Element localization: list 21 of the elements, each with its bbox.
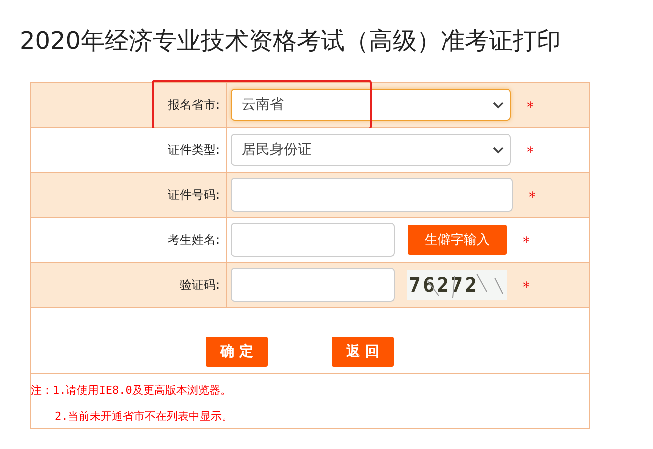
- field-label: 证件类型:: [168, 142, 220, 158]
- note-text: 2.当前未开通省市不在列表中显示。: [54, 409, 234, 425]
- required-mark: *: [529, 189, 536, 206]
- page-title: 2020年经济专业技术资格考试（高级）准考证打印: [19, 26, 562, 56]
- required-mark: *: [523, 234, 530, 251]
- field-label: 验证码:: [180, 276, 220, 294]
- required-mark: *: [527, 99, 534, 116]
- input-field[interactable]: [231, 178, 513, 212]
- field-label: 考生姓名:: [168, 232, 220, 248]
- required-mark: *: [527, 144, 534, 161]
- chevron-down-icon: [493, 102, 504, 108]
- input-field[interactable]: [231, 268, 395, 302]
- input-field[interactable]: [231, 223, 395, 257]
- chevron-down-icon: [493, 146, 504, 154]
- dropdown[interactable]: 云南省: [231, 89, 511, 121]
- note-text: 注：1.请使用IE8.0及更高版本浏览器。: [31, 383, 232, 399]
- dropdown[interactable]: 居民身份证: [231, 134, 511, 166]
- captcha-code[interactable]: 76272: [407, 270, 507, 300]
- required-mark: *: [523, 279, 530, 296]
- field-label: 证件号码:: [168, 186, 220, 204]
- field-label: 报名省市:: [168, 96, 220, 114]
